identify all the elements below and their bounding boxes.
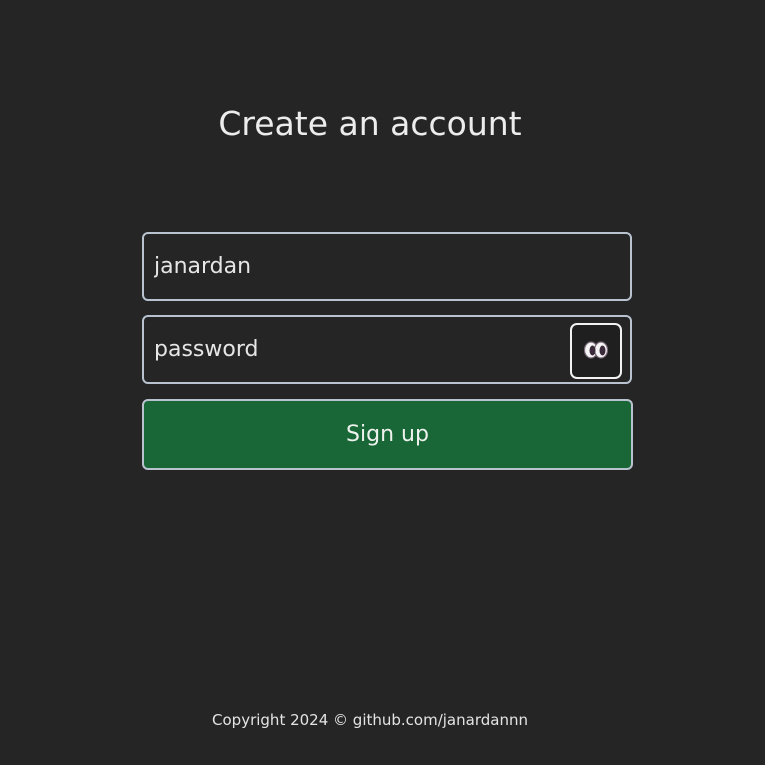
password-field-box[interactable] bbox=[142, 315, 632, 384]
eyes-icon bbox=[583, 340, 609, 363]
username-field-box[interactable] bbox=[142, 232, 632, 301]
password-input[interactable] bbox=[154, 317, 554, 382]
toggle-password-visibility-button[interactable] bbox=[570, 323, 622, 379]
signup-page: Create an account Sign up Copyright 2024… bbox=[0, 0, 765, 765]
copyright-footer: Copyright 2024 © github.com/janardannn bbox=[212, 711, 528, 729]
username-input[interactable] bbox=[154, 234, 619, 299]
sign-up-button[interactable]: Sign up bbox=[142, 399, 633, 470]
page-title: Create an account bbox=[218, 104, 522, 143]
